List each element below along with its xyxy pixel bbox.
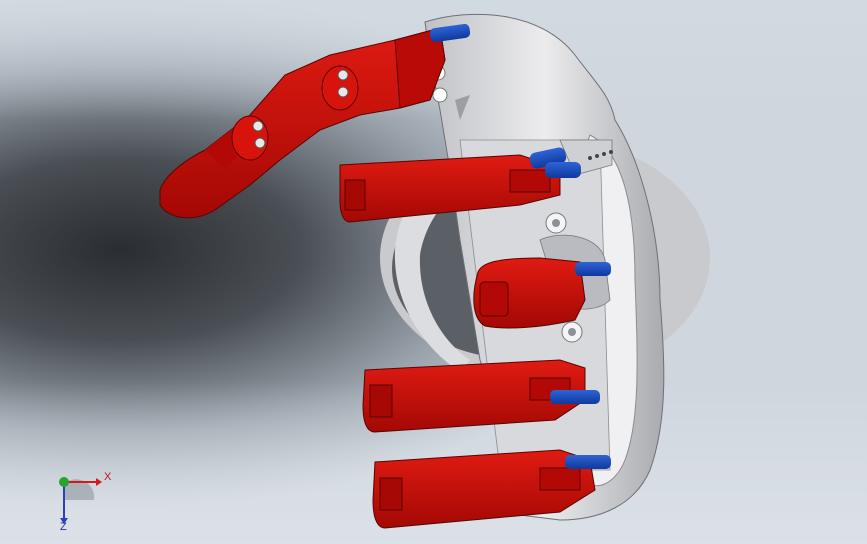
orientation-triad: X Z <box>46 466 116 533</box>
y-axis-dot <box>59 477 69 487</box>
cad-graphics-viewport[interactable]: X Z <box>0 0 867 544</box>
z-axis-label: Z <box>60 521 67 530</box>
x-axis-arrow <box>96 478 102 486</box>
robotic-hand-model[interactable] <box>0 0 867 544</box>
x-axis-label: X <box>104 471 112 483</box>
